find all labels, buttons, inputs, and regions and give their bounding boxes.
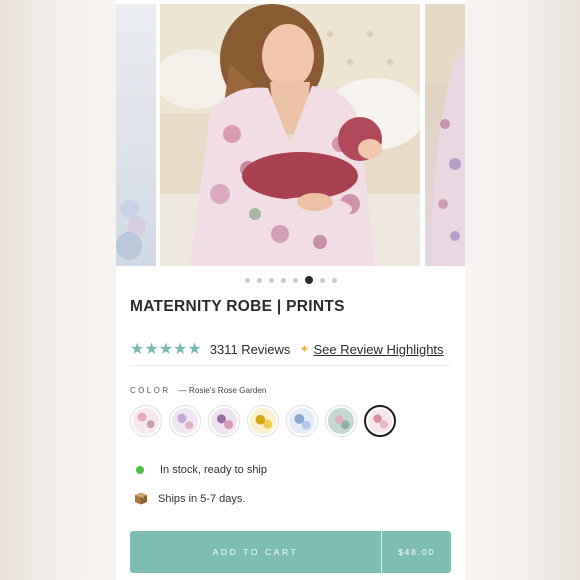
shipping-text: Ships in 5-7 days. (158, 492, 246, 505)
gallery-slide-next[interactable] (425, 4, 465, 266)
pagination-dot[interactable] (244, 277, 250, 283)
next-slide-photo (425, 4, 465, 266)
selected-color-name: — Rosie's Rose Garden (178, 386, 267, 395)
review-highlights[interactable]: ✦ See Review Highlights (299, 342, 443, 357)
gallery-pagination (116, 274, 465, 286)
swatch-sage-floral[interactable] (325, 405, 357, 437)
swatch-lavender-floral[interactable] (169, 405, 201, 437)
swatch-sunflower[interactable] (247, 405, 279, 437)
divider (130, 365, 451, 366)
add-to-cart-button[interactable]: ADD TO CART (130, 531, 381, 573)
add-to-cart-bar: ADD TO CART $48.00 (130, 531, 451, 573)
pagination-dot-active[interactable] (304, 276, 313, 284)
color-swatches (130, 405, 396, 437)
product-title: MATERNITY ROBE | PRINTS (130, 298, 345, 315)
stock-status: In stock, ready to ship (136, 464, 267, 476)
swatch-pink-floral[interactable] (130, 405, 162, 437)
pagination-dot[interactable] (280, 277, 286, 283)
review-highlights-link[interactable]: See Review Highlights (313, 342, 443, 357)
image-gallery[interactable] (116, 4, 465, 266)
product-photo (160, 4, 420, 266)
product-card: MATERNITY ROBE | PRINTS ★★★★★ 3311 Revie… (116, 0, 465, 580)
gallery-slide-active[interactable] (160, 4, 420, 266)
pagination-dot[interactable] (331, 277, 337, 283)
swatch-blue-floral[interactable] (286, 405, 318, 437)
sparkle-icon: ✦ (299, 342, 310, 356)
swatch-rosies-rose-garden[interactable] (364, 405, 396, 437)
color-selector-label: COLOR — Rosie's Rose Garden (130, 386, 266, 395)
price[interactable]: $48.00 (382, 531, 451, 573)
star-rating[interactable]: ★★★★★ (130, 339, 202, 359)
in-stock-dot-icon (136, 466, 144, 474)
shipping-info: Ships in 5-7 days. (134, 492, 245, 505)
pagination-dot[interactable] (319, 277, 325, 283)
rating-row: ★★★★★ 3311 Reviews ✦ See Review Highligh… (130, 339, 444, 359)
color-label: COLOR (130, 386, 171, 395)
swatch-purple-floral[interactable] (208, 405, 240, 437)
pagination-dot[interactable] (256, 277, 262, 283)
stock-status-text: In stock, ready to ship (160, 464, 267, 476)
pagination-dot[interactable] (268, 277, 274, 283)
package-icon (135, 492, 147, 505)
review-count[interactable]: 3311 Reviews (210, 342, 291, 357)
gallery-slide-previous[interactable] (116, 4, 156, 266)
pagination-dot[interactable] (292, 277, 298, 283)
